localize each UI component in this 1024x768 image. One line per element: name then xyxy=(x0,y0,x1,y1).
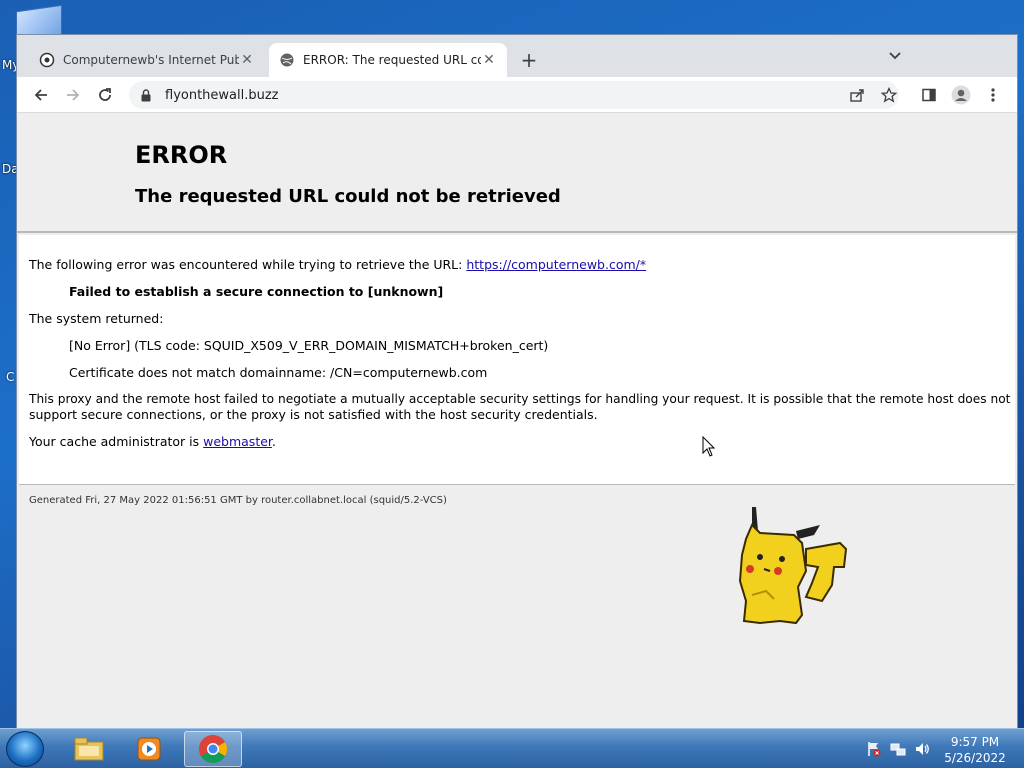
tab-title: ERROR: The requested URL could xyxy=(303,53,481,67)
generated-footer: Generated Fri, 27 May 2022 01:56:51 GMT … xyxy=(29,495,447,506)
tab-close-icon[interactable]: ✕ xyxy=(481,52,497,68)
tab-search-chevron-icon[interactable] xyxy=(889,49,901,63)
desktop-icon-label: C xyxy=(6,370,15,384)
page-title: ERROR xyxy=(135,141,228,169)
requested-url-link[interactable]: https://computernewb.com/* xyxy=(466,257,646,272)
side-panel-icon[interactable] xyxy=(917,83,941,107)
chrome-taskbar-icon[interactable] xyxy=(184,731,242,767)
webmaster-link[interactable]: webmaster xyxy=(203,434,272,449)
share-icon[interactable] xyxy=(845,83,869,107)
back-arrow-icon[interactable] xyxy=(29,83,53,107)
page-content: ERROR The requested URL could not be ret… xyxy=(17,113,1017,728)
page-subtitle: The requested URL could not be retrieved xyxy=(135,186,561,207)
action-center-flag-icon[interactable] xyxy=(866,741,882,757)
menu-kebab-icon[interactable] xyxy=(981,83,1005,107)
tab-error[interactable]: ERROR: The requested URL could ✕ xyxy=(269,43,507,77)
intro-line: The following error was encountered whil… xyxy=(29,257,646,272)
clock-date: 5/26/2022 xyxy=(944,751,1006,765)
profile-avatar-icon[interactable] xyxy=(949,83,973,107)
network-icon[interactable] xyxy=(890,741,906,757)
explanation-line: support secure connections, or the proxy… xyxy=(29,407,598,422)
bookmark-star-icon[interactable] xyxy=(877,83,901,107)
pikachu-sprite-icon[interactable] xyxy=(736,505,852,629)
globe-icon xyxy=(279,52,295,68)
admin-suffix: . xyxy=(271,434,276,449)
error-header: ERROR The requested URL could not be ret… xyxy=(17,113,1017,233)
admin-text: Your cache administrator is xyxy=(29,434,204,449)
new-tab-button[interactable]: + xyxy=(517,48,541,72)
mouse-cursor-icon xyxy=(702,436,716,457)
volume-icon[interactable] xyxy=(914,741,930,757)
pub-favicon-icon xyxy=(39,52,55,68)
admin-line: Your cache administrator is webmaster. xyxy=(29,434,276,449)
intro-text: The following error was encountered whil… xyxy=(29,257,467,272)
explanation-line: This proxy and the remote host failed to… xyxy=(29,392,1011,406)
tab-title: Computernewb's Internet Pub Hu xyxy=(63,53,239,67)
tls-code: [No Error] (TLS code: SQUID_X509_V_ERR_D… xyxy=(69,338,549,353)
error-message: Failed to establish a secure connection … xyxy=(69,284,444,299)
browser-toolbar: flyonthewall.buzz xyxy=(17,77,1017,113)
url-text: flyonthewall.buzz xyxy=(165,87,279,103)
tab-close-icon[interactable]: ✕ xyxy=(239,52,255,68)
forward-arrow-icon[interactable] xyxy=(61,83,85,107)
browser-window: — □ ✕ Computernewb's Internet Pub Hu ✕ E… xyxy=(16,34,1018,728)
error-details: The following error was encountered whil… xyxy=(19,235,1015,485)
system-clock[interactable]: 9:57 PM 5/26/2022 xyxy=(938,734,1012,766)
system-returned-label: The system returned: xyxy=(29,311,164,326)
file-explorer-icon[interactable] xyxy=(60,731,118,767)
media-player-icon[interactable] xyxy=(120,731,178,767)
clock-time: 9:57 PM xyxy=(950,735,1000,749)
certificate-detail: Certificate does not match domainname: /… xyxy=(69,365,488,380)
tab-computernewb[interactable]: Computernewb's Internet Pub Hu ✕ xyxy=(29,43,265,77)
address-bar[interactable]: flyonthewall.buzz xyxy=(129,81,899,109)
tab-strip: Computernewb's Internet Pub Hu ✕ ERROR: … xyxy=(17,35,1017,77)
start-button[interactable] xyxy=(6,731,44,767)
lock-icon[interactable] xyxy=(141,88,155,102)
taskbar: 9:57 PM 5/26/2022 xyxy=(0,728,1024,768)
reload-icon[interactable] xyxy=(93,83,117,107)
